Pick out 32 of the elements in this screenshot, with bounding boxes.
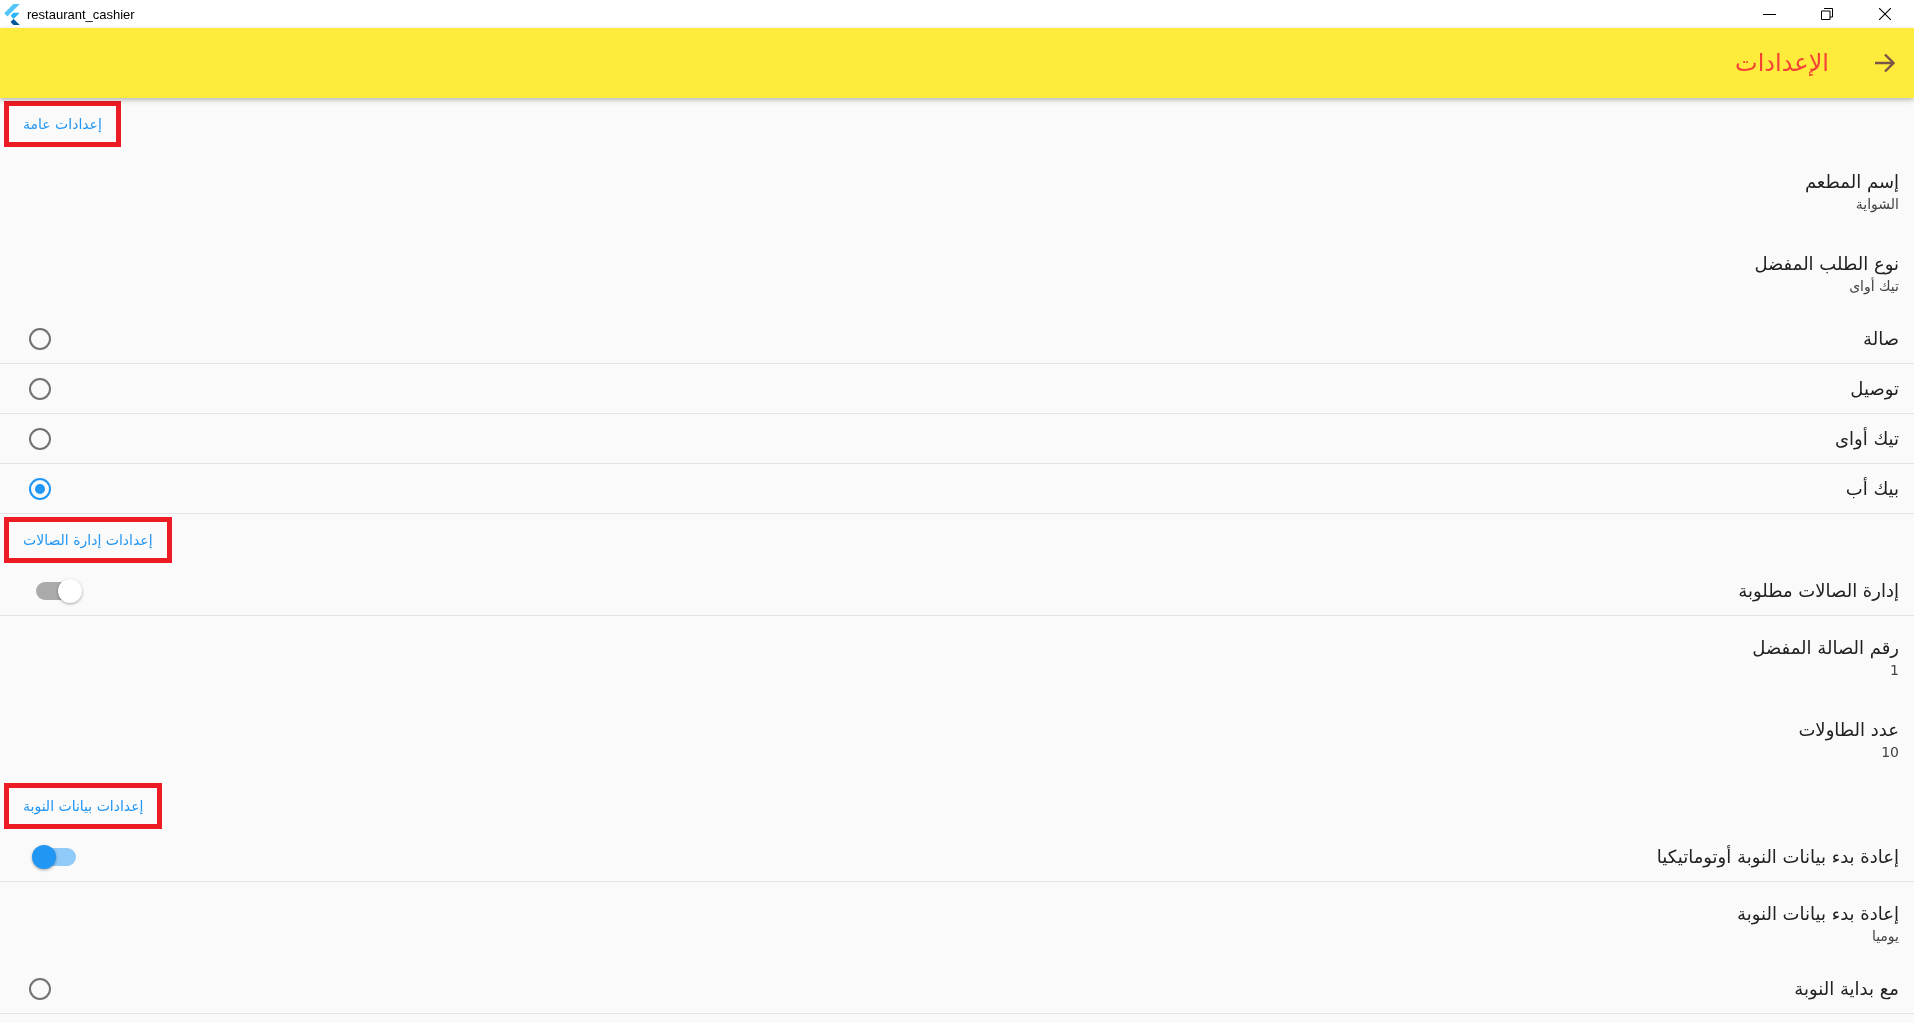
restore-icon[interactable] bbox=[1821, 8, 1833, 20]
setting-title: نوع الطلب المفضل bbox=[1754, 252, 1899, 276]
option-label: صالة bbox=[1863, 326, 1899, 351]
setting-label: إعادة بدء بيانات النوبة أوتوماتيكيا bbox=[1656, 844, 1899, 869]
setting-title: إعادة بدء بيانات النوبة bbox=[1737, 902, 1899, 926]
setting-label: إدارة الصالات مطلوبة bbox=[1738, 578, 1899, 603]
option-label: توصيل bbox=[1850, 376, 1899, 401]
radio-button[interactable] bbox=[29, 327, 51, 350]
section-title: إعدادات عامة bbox=[23, 115, 102, 133]
option-label: مع بداية النوبة bbox=[1794, 976, 1899, 1001]
page-title: الإعدادات bbox=[1735, 48, 1829, 78]
setting-title: رقم الصالة المفضل bbox=[1752, 636, 1899, 660]
radio-button[interactable] bbox=[29, 377, 51, 400]
setting-title: عدد الطاولات bbox=[1798, 718, 1899, 742]
close-icon[interactable] bbox=[1879, 8, 1891, 20]
logo-icon bbox=[4, 3, 20, 25]
setting-value: 10 bbox=[1881, 743, 1899, 762]
radio-button[interactable] bbox=[29, 427, 51, 450]
option-label: تيك أواى bbox=[1834, 426, 1899, 451]
radio-button[interactable] bbox=[29, 477, 51, 500]
setting-title: إسم المطعم bbox=[1804, 170, 1899, 194]
setting-value: يوميا bbox=[1871, 927, 1899, 946]
radio-button[interactable] bbox=[29, 977, 51, 1000]
setting-value: 1 bbox=[1890, 661, 1899, 680]
option-label: بيك أب bbox=[1845, 476, 1899, 501]
section-title: إعدادات إدارة الصالات bbox=[23, 531, 153, 549]
setting-value: تيك أواى bbox=[1849, 276, 1899, 296]
window-title: restaurant_cashier bbox=[27, 6, 135, 22]
setting-value: الشواية bbox=[1855, 195, 1899, 214]
section-title: إعدادات بيانات النوبة bbox=[23, 797, 144, 815]
back-arrow-icon[interactable] bbox=[1875, 53, 1895, 73]
minimize-icon[interactable] bbox=[1762, 13, 1776, 15]
